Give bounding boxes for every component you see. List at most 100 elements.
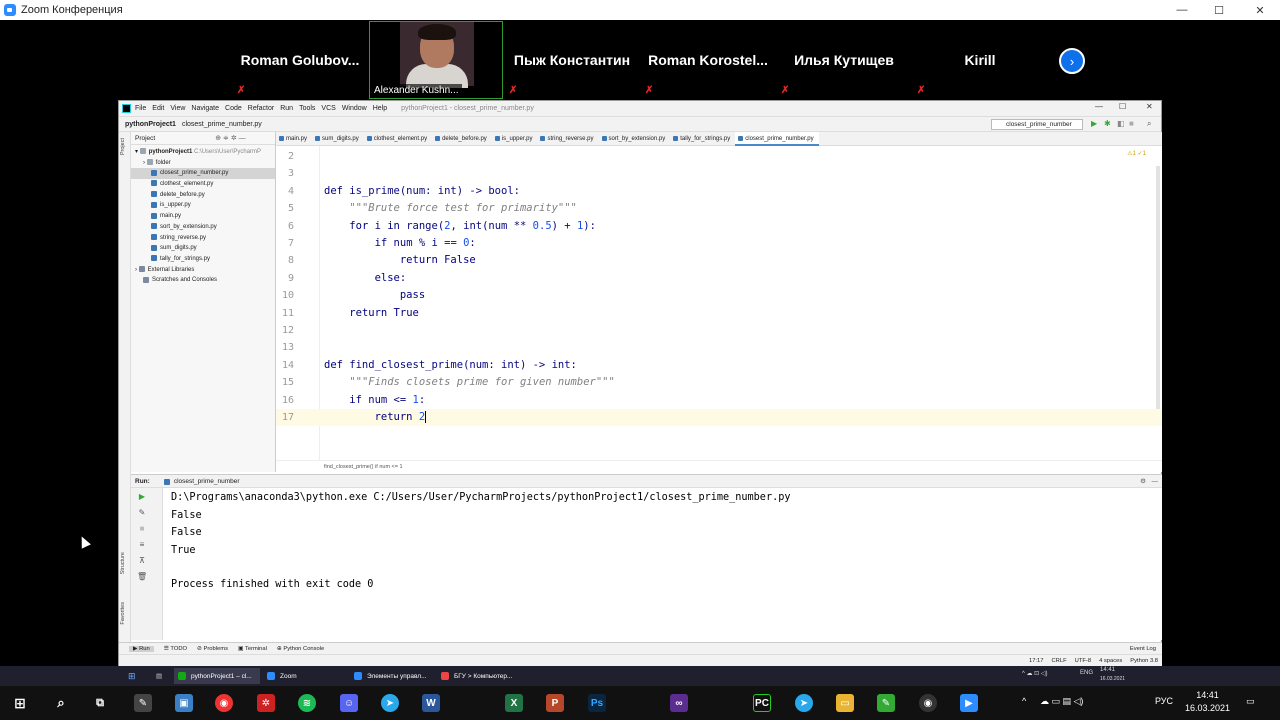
spotify-icon[interactable]: ≋ bbox=[298, 694, 316, 712]
tree-item[interactable]: delete_before.py bbox=[131, 190, 275, 201]
next-participants-icon[interactable]: › bbox=[1059, 48, 1085, 74]
menu-file[interactable]: File bbox=[135, 105, 146, 112]
discord-icon[interactable]: ☺ bbox=[340, 694, 358, 712]
hide-panel-icon[interactable]: — bbox=[1152, 478, 1159, 485]
chrome-icon[interactable]: ◉ bbox=[215, 694, 233, 712]
participant-tile[interactable]: Roman Golubov... ✗ bbox=[233, 21, 367, 99]
debug-icon[interactable]: ✱ bbox=[1104, 120, 1112, 128]
tab-closest-prime-number[interactable]: closest_prime_number.py bbox=[735, 131, 819, 146]
notes-icon[interactable]: ▤ bbox=[152, 668, 166, 684]
windows-start-icon[interactable]: ⊞ bbox=[11, 694, 29, 712]
tab-main[interactable]: main.py bbox=[276, 132, 312, 146]
status-encoding[interactable]: UTF-8 bbox=[1075, 658, 1091, 664]
zoom-icon[interactable]: ▶ bbox=[960, 694, 978, 712]
tree-item[interactable]: main.py bbox=[131, 211, 275, 222]
status-interpreter[interactable]: Python 3.8 bbox=[1130, 658, 1158, 664]
wrench-icon[interactable]: ✎ bbox=[137, 508, 147, 517]
favorites-tool-tab[interactable]: Favorites bbox=[120, 602, 126, 625]
tree-item[interactable]: › folder bbox=[131, 158, 275, 169]
taskbar-pycharm[interactable]: pythonProject1 – cl... bbox=[174, 668, 260, 684]
menu-run[interactable]: Run bbox=[280, 105, 293, 112]
taskbar-browser[interactable]: БГУ > Компьютер... bbox=[437, 668, 521, 684]
menu-edit[interactable]: Edit bbox=[152, 105, 164, 112]
obs-icon[interactable]: ◉ bbox=[919, 694, 937, 712]
task-view-icon[interactable]: ⧉ bbox=[91, 694, 109, 712]
app-icon[interactable]: ▣ bbox=[175, 694, 193, 712]
menu-view[interactable]: View bbox=[170, 105, 185, 112]
event-log-button[interactable]: Event Log bbox=[1130, 646, 1156, 652]
tree-item[interactable]: clothest_element.py bbox=[131, 179, 275, 190]
code-editor[interactable]: ⚠1 ✓1 2 3 4 def is_prime(num: int) -> boo… bbox=[276, 146, 1162, 460]
tool-tab-terminal[interactable]: ▣ Terminal bbox=[238, 646, 267, 652]
tree-item[interactable]: tally_for_strings.py bbox=[131, 254, 275, 265]
close-button[interactable]: ✕ bbox=[1240, 0, 1280, 20]
tray-icons[interactable]: ^ ☁ ⊡ ◁) bbox=[1022, 670, 1047, 677]
tab-sum-digits[interactable]: sum_digits.py bbox=[312, 132, 364, 146]
tab-sort-by-extension[interactable]: sort_by_extension.py bbox=[599, 132, 671, 146]
tab-delete-before[interactable]: delete_before.py bbox=[432, 132, 492, 146]
ide-maximize-button[interactable]: ☐ bbox=[1119, 102, 1126, 111]
ide-close-button[interactable]: ✕ bbox=[1146, 102, 1153, 111]
start-icon[interactable]: ⊞ bbox=[124, 668, 138, 684]
tool-tab-todo[interactable]: ☰ TODO bbox=[164, 646, 187, 652]
tab-string-reverse[interactable]: string_reverse.py bbox=[537, 132, 598, 146]
tree-item[interactable]: sum_digits.py bbox=[131, 243, 275, 254]
tool-tab-problems[interactable]: ⊘ Problems bbox=[197, 646, 228, 652]
status-caret-position[interactable]: 17:17 bbox=[1029, 658, 1044, 664]
stop-icon[interactable]: ■ bbox=[1129, 120, 1137, 128]
tree-item[interactable]: string_reverse.py bbox=[131, 233, 275, 244]
taskbar-zoom[interactable]: Zoom bbox=[263, 668, 347, 684]
telegram-icon[interactable]: ➤ bbox=[381, 694, 399, 712]
word-icon[interactable]: W bbox=[422, 694, 440, 712]
minimize-button[interactable]: — bbox=[1162, 0, 1202, 20]
stop-icon[interactable]: ■ bbox=[137, 524, 147, 533]
tab-clothest-element[interactable]: clothest_element.py bbox=[364, 132, 432, 146]
participant-tile[interactable]: Roman Korostel... ✗ bbox=[641, 21, 775, 99]
rerun-icon[interactable]: ▶ bbox=[137, 492, 147, 501]
settings-gear-icon[interactable]: ⚙ bbox=[1140, 477, 1146, 485]
tab-tally-for-strings[interactable]: tally_for_strings.py bbox=[670, 132, 735, 146]
search-icon[interactable]: ⌕ bbox=[52, 694, 70, 712]
nav-project[interactable]: pythonProject1 bbox=[125, 121, 176, 128]
project-panel-tools-icon[interactable]: ⊕ ≑ ✲ — bbox=[215, 134, 245, 142]
code-breadcrumb[interactable]: find_closest_prime() if num <= 1 bbox=[276, 460, 1162, 472]
visual-studio-icon[interactable]: ∞ bbox=[670, 694, 688, 712]
tool-tab-run[interactable]: ▶ Run bbox=[129, 645, 154, 652]
menu-refactor[interactable]: Refactor bbox=[248, 105, 274, 112]
tree-item-selected[interactable]: closest_prime_number.py bbox=[131, 168, 275, 180]
coverage-icon[interactable]: ◧ bbox=[1117, 120, 1125, 128]
app-icon[interactable]: ✎ bbox=[877, 694, 895, 712]
status-indent[interactable]: 4 spaces bbox=[1099, 658, 1122, 664]
app-icon[interactable]: ✎ bbox=[134, 694, 152, 712]
taskbar-controls[interactable]: Элементы управл... bbox=[350, 668, 434, 684]
participant-tile[interactable]: Илья Кутищев ✗ bbox=[777, 21, 911, 99]
tree-scratches[interactable]: Scratches and Consoles bbox=[131, 275, 275, 286]
input-language[interactable]: РУС bbox=[1155, 696, 1173, 706]
menu-tools[interactable]: Tools bbox=[299, 105, 315, 112]
search-icon[interactable]: ⌕ bbox=[1147, 120, 1155, 128]
run-tab[interactable]: closest_prime_number bbox=[163, 478, 240, 485]
menu-navigate[interactable]: Navigate bbox=[191, 105, 219, 112]
tray-icons[interactable]: ☁ ▭ ▤ ◁) bbox=[1040, 696, 1083, 707]
ide-minimize-button[interactable]: — bbox=[1095, 102, 1103, 111]
project-panel-title[interactable]: Project bbox=[135, 135, 155, 142]
menu-code[interactable]: Code bbox=[225, 105, 242, 112]
file-explorer-icon[interactable]: ▭ bbox=[836, 694, 854, 712]
tray-chevron-icon[interactable]: ^ bbox=[1022, 696, 1026, 706]
tree-root[interactable]: ▾ pythonProject1 C:\Users\User\PycharmP bbox=[131, 147, 275, 158]
tree-external-libraries[interactable]: › External Libraries bbox=[131, 265, 275, 276]
menu-vcs[interactable]: VCS bbox=[321, 105, 335, 112]
pycharm-icon[interactable]: PC bbox=[753, 694, 771, 712]
tree-item[interactable]: sort_by_extension.py bbox=[131, 222, 275, 233]
layout-icon[interactable]: ≡ bbox=[137, 540, 147, 549]
photoshop-icon[interactable]: Ps bbox=[588, 694, 606, 712]
project-tool-tab[interactable]: Project bbox=[120, 138, 126, 155]
tree-item[interactable]: is_upper.py bbox=[131, 200, 275, 211]
excel-icon[interactable]: X bbox=[505, 694, 523, 712]
menu-window[interactable]: Window bbox=[342, 105, 367, 112]
trash-icon[interactable]: 🗑 bbox=[137, 572, 147, 581]
tab-is-upper[interactable]: is_upper.py bbox=[492, 132, 538, 146]
status-line-separator[interactable]: CRLF bbox=[1052, 658, 1067, 664]
run-icon[interactable]: ▶ bbox=[1091, 120, 1099, 128]
app-icon[interactable]: ✲ bbox=[257, 694, 275, 712]
